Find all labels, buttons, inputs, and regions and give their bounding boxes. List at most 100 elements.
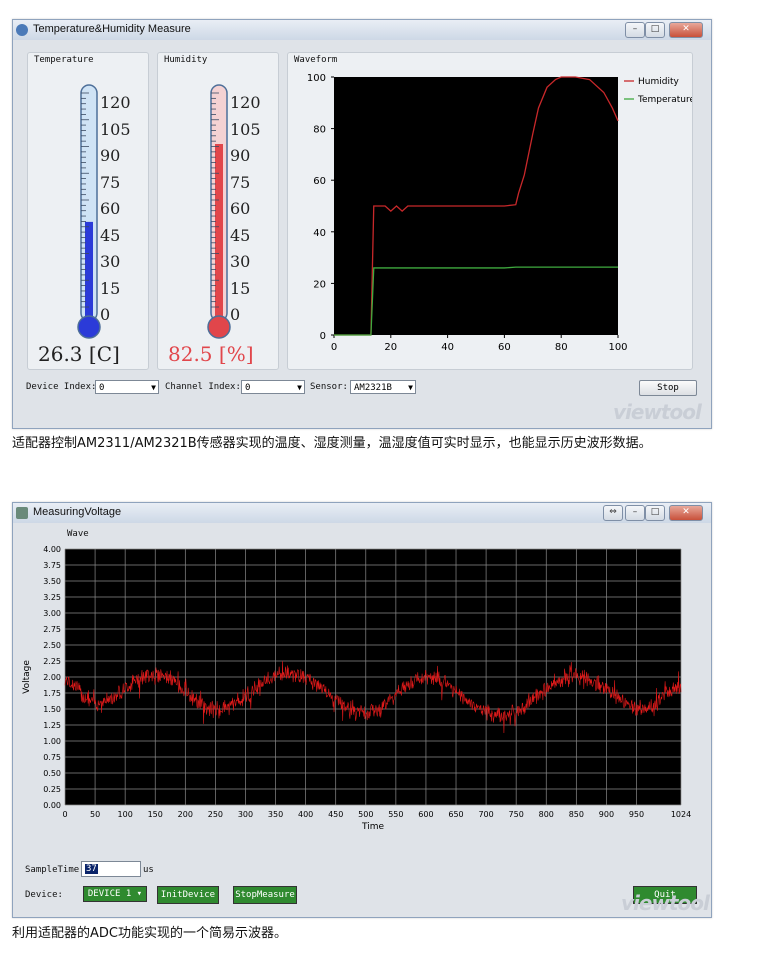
scale-label: 75 bbox=[230, 172, 251, 192]
window-titlebar[interactable]: Temperature&Humidity Measure – □ ✕ bbox=[13, 20, 711, 40]
humidity-fill bbox=[215, 144, 223, 321]
scale-label: 45 bbox=[230, 225, 251, 245]
chevron-down-icon: ▼ bbox=[408, 383, 413, 392]
scale-label: 0 bbox=[100, 305, 111, 324]
y-tick-label: 0.25 bbox=[43, 785, 61, 794]
temperature-reading: 26.3 [C] bbox=[38, 342, 120, 366]
y-tick-label: 3.50 bbox=[43, 577, 61, 586]
sample-time-unit: us bbox=[143, 865, 154, 875]
device-select[interactable]: DEVICE 1 ▾ bbox=[83, 886, 147, 902]
scale-label: 90 bbox=[230, 146, 251, 165]
y-tick-label: 40 bbox=[313, 228, 326, 239]
y-axis-label: Voltage bbox=[22, 660, 32, 694]
y-tick-label: 80 bbox=[313, 125, 326, 136]
x-tick-label: 150 bbox=[148, 810, 163, 819]
x-tick-label: 900 bbox=[599, 810, 614, 819]
temperature-group-label: Temperature bbox=[34, 55, 94, 65]
x-tick-label: 0 bbox=[331, 342, 337, 353]
x-tick-label: 350 bbox=[268, 810, 283, 819]
sensor-value: AM2321B bbox=[354, 383, 392, 393]
y-tick-label: 0.75 bbox=[43, 753, 61, 762]
x-tick-label: 450 bbox=[328, 810, 343, 819]
y-tick-label: 2.25 bbox=[43, 657, 61, 666]
close-icon[interactable]: ✕ bbox=[669, 505, 703, 521]
y-tick-label: 2.75 bbox=[43, 625, 61, 634]
window-title: MeasuringVoltage bbox=[33, 506, 122, 518]
scale-label: 15 bbox=[100, 278, 121, 298]
y-tick-label: 1.50 bbox=[43, 705, 61, 714]
y-tick-label: 2.00 bbox=[43, 673, 61, 682]
legend-label: Temperature bbox=[637, 95, 692, 105]
y-tick-label: 20 bbox=[313, 279, 326, 290]
y-tick-label: 4.00 bbox=[43, 545, 61, 554]
y-tick-label: 60 bbox=[313, 176, 326, 187]
x-tick-label: 700 bbox=[478, 810, 493, 819]
wave-label: Wave bbox=[67, 529, 89, 539]
temperature-fill bbox=[85, 221, 93, 321]
x-tick-label: 850 bbox=[569, 810, 584, 819]
x-tick-label: 950 bbox=[629, 810, 644, 819]
x-tick-label: 1024 bbox=[671, 810, 691, 819]
stop-measure-button[interactable]: StopMeasure bbox=[233, 886, 297, 904]
x-tick-label: 550 bbox=[388, 810, 403, 819]
temperature-group: Temperature 120 105 90 75 60 45 30 15 0 26.3 [C] bbox=[27, 52, 149, 370]
x-tick-label: 600 bbox=[418, 810, 433, 819]
caption-temp-humidity: 适配器控制AM2311/AM2321B传感器实现的温度、湿度测量，温湿度值可实时… bbox=[12, 436, 652, 451]
minimize-icon[interactable]: – bbox=[625, 22, 645, 38]
x-axis-label: Time bbox=[361, 822, 384, 832]
device-value: DEVICE 1 bbox=[87, 889, 132, 899]
close-icon[interactable]: ✕ bbox=[669, 22, 703, 38]
humidity-group-label: Humidity bbox=[164, 55, 208, 65]
scale-label: 105 bbox=[230, 119, 261, 139]
legend-label: Humidity bbox=[638, 77, 679, 87]
init-device-button[interactable]: InitDevice bbox=[157, 886, 219, 904]
y-tick-label: 0.50 bbox=[43, 769, 61, 778]
waveform-chart: 0 20 40 60 80 100 0 20 40 60 80 100 Humidity Temperat… bbox=[307, 73, 692, 353]
stop-button[interactable]: Stop bbox=[639, 380, 697, 396]
scale-label: 120 bbox=[230, 93, 261, 112]
viewtool-logo: viewtool bbox=[613, 400, 702, 424]
x-tick-label: 650 bbox=[448, 810, 463, 819]
x-tick-label: 750 bbox=[509, 810, 524, 819]
scale-label: 60 bbox=[230, 199, 251, 218]
x-tick-label: 500 bbox=[358, 810, 373, 819]
temp-humidity-window: Temperature&Humidity Measure – □ ✕ Tempe… bbox=[12, 19, 712, 429]
maximize-icon[interactable]: □ bbox=[645, 505, 665, 521]
y-tick-label: 1.25 bbox=[43, 721, 61, 730]
minimize-icon[interactable]: – bbox=[625, 505, 645, 521]
x-tick-label: 80 bbox=[555, 342, 568, 353]
device-label: Device: bbox=[25, 890, 63, 900]
device-index-select[interactable]: 0 ▼ bbox=[95, 380, 159, 394]
device-index-value: 0 bbox=[99, 383, 105, 393]
scale-label: 15 bbox=[230, 278, 251, 298]
scale-label: 45 bbox=[100, 225, 121, 245]
channel-index-label: Channel Index: bbox=[165, 382, 241, 392]
x-tick-label: 200 bbox=[178, 810, 193, 819]
x-tick-label: 800 bbox=[539, 810, 554, 819]
y-tick-label: 0 bbox=[320, 331, 326, 342]
sample-time-input[interactable]: 37 bbox=[81, 861, 141, 877]
y-tick-label: 1.00 bbox=[43, 737, 61, 746]
app-icon bbox=[16, 507, 28, 519]
x-tick-label: 0 bbox=[62, 810, 67, 819]
sample-time-label: SampleTime: bbox=[25, 865, 85, 875]
temperature-thermometer bbox=[77, 84, 101, 339]
sensor-select[interactable]: AM2321B ▼ bbox=[350, 380, 416, 394]
app-icon bbox=[16, 24, 28, 36]
scale-label: 0 bbox=[230, 305, 241, 324]
maximize-icon[interactable]: □ bbox=[645, 22, 665, 38]
channel-index-value: 0 bbox=[245, 383, 251, 393]
x-tick-label: 400 bbox=[298, 810, 313, 819]
scale-label: 60 bbox=[100, 199, 121, 218]
channel-index-select[interactable]: 0 ▼ bbox=[241, 380, 305, 394]
window-titlebar[interactable]: MeasuringVoltage ⇔ – □ ✕ bbox=[13, 503, 711, 523]
x-tick-label: 60 bbox=[498, 342, 511, 353]
window-title: Temperature&Humidity Measure bbox=[33, 23, 191, 35]
y-tick-label: 3.00 bbox=[43, 609, 61, 618]
x-tick-label: 20 bbox=[384, 342, 397, 353]
x-tick-label: 100 bbox=[608, 342, 627, 353]
restore-icon[interactable]: ⇔ bbox=[603, 505, 623, 521]
viewtool-logo: viewtool bbox=[621, 891, 710, 915]
scale-label: 30 bbox=[100, 252, 121, 271]
chevron-down-icon: ▼ bbox=[151, 383, 156, 392]
